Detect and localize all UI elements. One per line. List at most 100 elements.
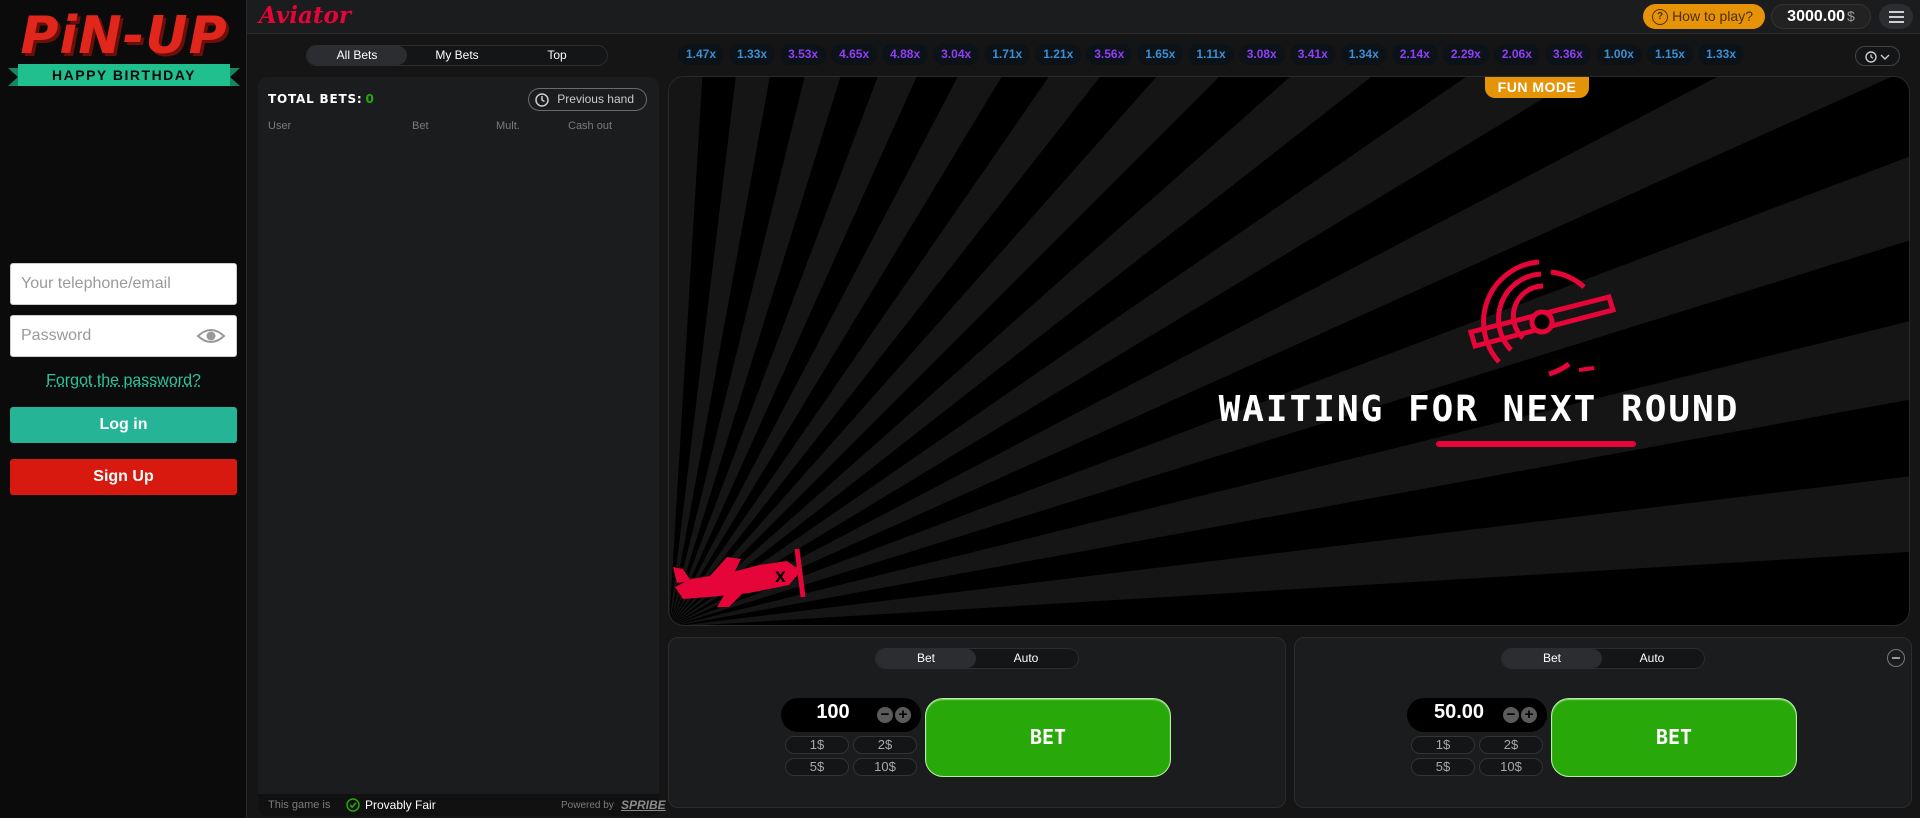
column-bet: Bet [412, 120, 429, 132]
history-multiplier[interactable]: 1.11x [1188, 44, 1234, 65]
history-multiplier[interactable]: 4.65x [831, 44, 878, 65]
history-multiplier[interactable]: 3.53x [780, 44, 827, 65]
tab-bet[interactable]: Bet [876, 649, 976, 668]
history-multiplier[interactable]: 2.06x [1493, 44, 1540, 65]
quick-bet-2[interactable]: 2$ [853, 736, 917, 754]
column-mult: Mult. [496, 120, 520, 132]
history-multiplier[interactable]: 1.21x [1035, 44, 1082, 65]
menu-button[interactable] [1879, 4, 1913, 29]
history-multiplier[interactable]: 2.14x [1391, 44, 1438, 65]
history-multiplier[interactable]: 3.04x [933, 44, 980, 65]
spribe-logo[interactable]: SPRIBE [621, 798, 666, 812]
bet-panel-2: Bet Auto 50.00 − + 1$ 2$ 5$ 10$ BET [1294, 637, 1912, 808]
quick-bet-5[interactable]: 5$ [785, 758, 849, 776]
history-multiplier[interactable]: 2.29x [1442, 44, 1489, 65]
bets-tabs: All Bets My Bets Top [306, 45, 608, 66]
bet-amount-control: 100 − + 1$ 2$ 5$ 10$ [781, 698, 921, 786]
previous-hand-label: Previous hand [557, 92, 634, 106]
provably-fair-footer: This game is Provably Fair Powered by SP… [258, 794, 666, 816]
previous-hand-button[interactable]: Previous hand [528, 88, 647, 111]
shield-check-icon [346, 798, 360, 812]
bet-amount-value[interactable]: 50.00 [1407, 701, 1511, 724]
login-button[interactable]: Log in [10, 407, 237, 443]
airplane-icon: X [673, 548, 806, 607]
logo-wordmark: PiN-UP [20, 6, 228, 66]
history-multiplier[interactable]: 1.00x [1595, 44, 1642, 65]
history-multiplier[interactable]: 3.41x [1289, 44, 1336, 65]
tab-my-bets[interactable]: My Bets [407, 46, 507, 65]
waiting-status: WAITING FOR NEXT ROUND [1218, 389, 1740, 430]
history-multiplier[interactable]: 1.71x [984, 44, 1031, 65]
balance-currency: $ [1847, 8, 1855, 24]
bet-mode-tabs: Bet Auto [1501, 648, 1705, 669]
increase-bet-button[interactable]: + [1521, 707, 1537, 723]
history-multiplier[interactable]: 1.15x [1646, 44, 1693, 65]
bet-amount-field[interactable]: 100 − + [781, 698, 921, 732]
tab-top[interactable]: Top [507, 46, 607, 65]
tab-all-bets[interactable]: All Bets [307, 46, 407, 65]
bet-button[interactable]: BET [1551, 698, 1797, 777]
history-multiplier[interactable]: 1.34x [1340, 44, 1387, 65]
balance-display: 3000.00 $ [1771, 4, 1871, 29]
pinup-logo[interactable]: PiN-UP HAPPY BIRTHDAY [8, 6, 240, 90]
bet-amount-field[interactable]: 50.00 − + [1407, 698, 1547, 732]
total-bets-label: TOTAL BETS: [268, 92, 363, 106]
bets-panel: TOTAL BETS: 0 Previous hand User Bet Mult… [258, 77, 659, 815]
tab-auto[interactable]: Auto [1602, 649, 1702, 668]
total-bets-count: 0 [365, 92, 375, 106]
logo-ribbon: HAPPY BIRTHDAY [8, 64, 240, 86]
total-bets: TOTAL BETS: 0 [268, 92, 375, 106]
telephone-email-input[interactable] [10, 263, 237, 305]
quick-bet-2[interactable]: 2$ [1479, 736, 1543, 754]
eye-icon[interactable] [196, 326, 226, 346]
decrease-bet-button[interactable]: − [877, 707, 893, 723]
aviator-game: Aviator ? How to play? 3000.00 $ All Bets… [246, 0, 1920, 818]
hamburger-icon [1889, 21, 1904, 23]
quick-bet-5[interactable]: 5$ [1411, 758, 1475, 776]
site-sidebar: PiN-UP HAPPY BIRTHDAY Forgot the passwor… [0, 0, 246, 818]
provably-fair-link[interactable]: Provably Fair [365, 798, 436, 812]
multiplier-history: 1.47x 1.33x 3.53x 4.65x 4.88x 3.04x 1.71x 1.21x… [678, 44, 1844, 68]
svg-text:X: X [775, 570, 786, 586]
waiting-progress-bar [1436, 441, 1636, 447]
tab-bet[interactable]: Bet [1502, 649, 1602, 668]
bet-amount-control: 50.00 − + 1$ 2$ 5$ 10$ [1407, 698, 1547, 786]
quick-bet-1[interactable]: 1$ [1411, 736, 1475, 754]
forgot-password-link[interactable]: Forgot the password? [10, 372, 237, 390]
balance-amount: 3000.00 [1787, 8, 1846, 25]
aviator-logo: Aviator [259, 2, 351, 29]
quick-bet-10[interactable]: 10$ [1479, 758, 1543, 776]
history-icon [1865, 51, 1890, 63]
hamburger-icon [1889, 11, 1904, 13]
quick-bet-10[interactable]: 10$ [853, 758, 917, 776]
history-multiplier[interactable]: 1.65x [1137, 44, 1184, 65]
history-toggle-button[interactable] [1855, 46, 1900, 66]
bet-amount-value[interactable]: 100 [781, 701, 885, 724]
fun-mode-badge: FUN MODE [1485, 77, 1589, 98]
column-cash-out: Cash out [568, 120, 613, 132]
history-icon [535, 93, 549, 107]
hamburger-icon [1889, 16, 1904, 18]
question-icon: ? [1652, 9, 1668, 25]
powered-by-label: Powered by [561, 800, 614, 811]
history-multiplier[interactable]: 1.47x [678, 44, 725, 65]
propeller-icon [1467, 259, 1617, 377]
how-to-play-button[interactable]: ? How to play? [1643, 4, 1765, 29]
increase-bet-button[interactable]: + [895, 707, 911, 723]
history-multiplier[interactable]: 1.33x [1697, 44, 1744, 65]
tab-auto[interactable]: Auto [976, 649, 1076, 668]
signup-button[interactable]: Sign Up [10, 459, 237, 495]
history-multiplier[interactable]: 3.08x [1238, 44, 1285, 65]
history-multiplier[interactable]: 1.33x [729, 44, 776, 65]
bet-panel-1: Bet Auto 100 − + 1$ 2$ 5$ 10$ BET [668, 637, 1286, 808]
history-multiplier[interactable]: 4.88x [882, 44, 929, 65]
history-multiplier[interactable]: 3.36x [1544, 44, 1591, 65]
bet-button[interactable]: BET [925, 698, 1171, 777]
decrease-bet-button[interactable]: − [1503, 707, 1519, 723]
history-multiplier[interactable]: 3.56x [1086, 44, 1133, 65]
how-to-play-label: How to play? [1672, 8, 1753, 24]
sunburst-background [669, 77, 1909, 625]
quick-bet-1[interactable]: 1$ [785, 736, 849, 754]
game-stage: FUN MODE WAITING FOR NEXT ROUND X [668, 76, 1910, 626]
remove-panel-button[interactable] [1887, 649, 1905, 667]
